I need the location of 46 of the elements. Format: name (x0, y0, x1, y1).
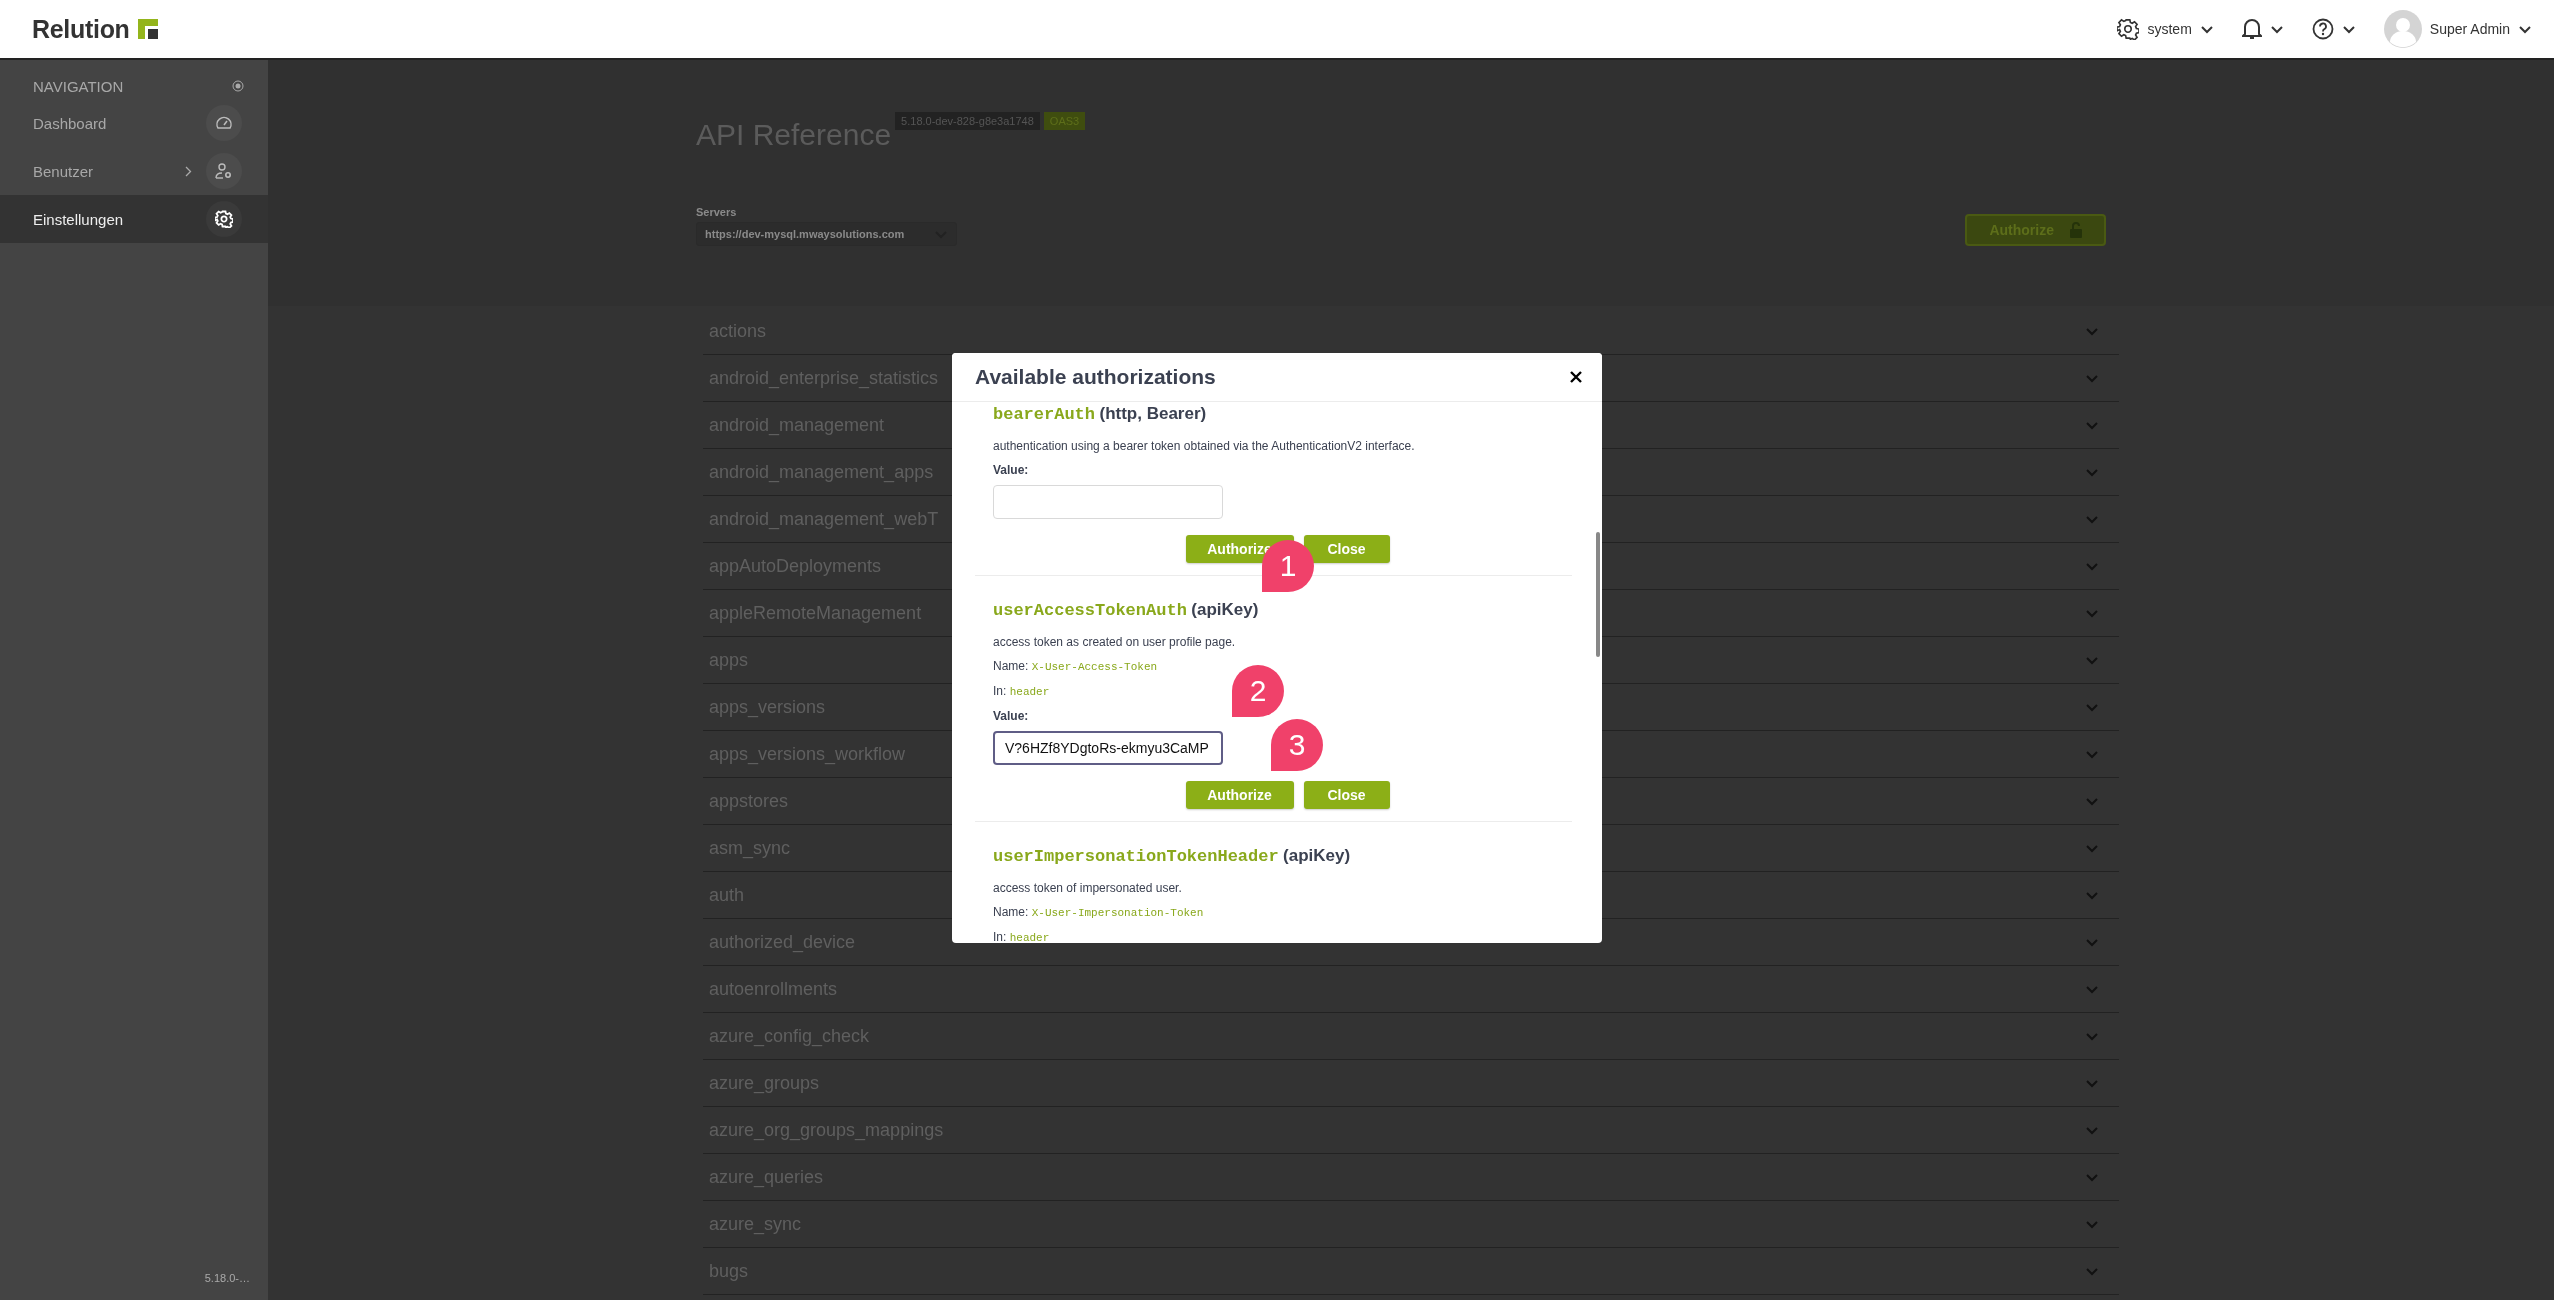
nav-item[interactable]: Benutzer (0, 147, 268, 195)
scheme-description: access token as created on user profile page. (993, 634, 1237, 651)
value-field[interactable]: V?6HZf8YDgtoRs-ekmyu3CaMP (993, 731, 1223, 765)
location-label: In: (993, 930, 1007, 943)
server-select[interactable]: https://dev-mysql.mwaysolutions.com (696, 222, 958, 246)
name-label: Name: (993, 659, 1029, 673)
name-label: Name: (993, 905, 1029, 919)
gauge-icon (215, 114, 233, 132)
settings-icon[interactable] (2117, 18, 2140, 40)
scheme-type: (apiKey) (1283, 846, 1351, 865)
logo-icon (137, 19, 158, 39)
user-name[interactable]: Super Admin (2429, 21, 2510, 37)
workspace-name[interactable]: system (2147, 21, 2192, 37)
nav-heading: NAVIGATION (33, 77, 124, 95)
header-name: X-User-Access-Token (1031, 661, 1158, 673)
help-icon[interactable] (2311, 18, 2334, 40)
scheme-type: (http, Bearer) (1099, 404, 1207, 423)
location-label: In: (993, 684, 1007, 698)
authorize-button[interactable]: Authorize (1185, 781, 1294, 809)
modal-title: Available authorizations (975, 365, 1216, 389)
nav-item[interactable]: Einstellungen (0, 195, 268, 243)
version-label: 5.18.0-… (204, 1272, 250, 1284)
scheme-name: userImpersonationTokenHeader (993, 847, 1279, 866)
servers-label: Servers (696, 206, 738, 218)
scheme-description: access token of impersonated user. (993, 880, 1183, 897)
nav-item[interactable]: Dashboard (0, 99, 268, 147)
scheme-type: (apiKey) (1191, 600, 1259, 619)
close-icon (1570, 371, 1582, 383)
location-value: header (1009, 932, 1050, 943)
value-label: Value: (993, 462, 1029, 479)
scrollbar[interactable] (1596, 532, 1600, 657)
scheme-name: bearerAuth (993, 405, 1096, 424)
location-value: header (1009, 686, 1050, 698)
scheme-name: userAccessTokenAuth (993, 601, 1187, 620)
value-field[interactable] (993, 485, 1223, 519)
pin-icon[interactable] (232, 80, 244, 92)
settings-icon (215, 210, 233, 228)
brand-name: Relution (32, 14, 130, 44)
close-button[interactable]: Close (1303, 535, 1390, 563)
bell-icon[interactable] (2241, 18, 2262, 40)
value-label: Value: (993, 708, 1029, 725)
header-name: X-User-Impersonation-Token (1031, 907, 1204, 919)
scheme-description: authentication using a bearer token obtained via the AuthenticationV2 interface. (993, 438, 1416, 455)
close-button[interactable]: Close (1303, 781, 1390, 809)
close-button[interactable] (1568, 369, 1584, 385)
user-gear-icon (215, 162, 233, 180)
